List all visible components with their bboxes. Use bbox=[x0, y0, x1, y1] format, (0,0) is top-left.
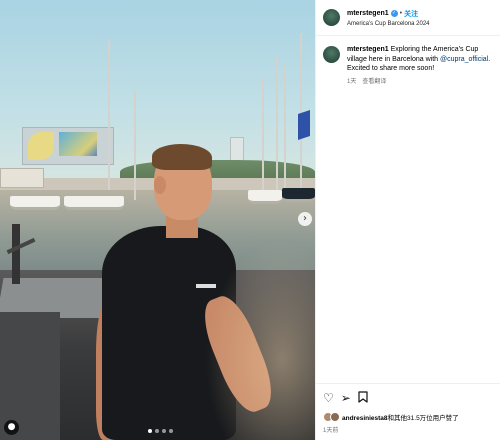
carousel-dot bbox=[148, 429, 152, 433]
carousel-dot bbox=[155, 429, 159, 433]
translate-link[interactable]: 查看翻译 bbox=[362, 79, 386, 85]
caption-mention[interactable]: @cupra_official bbox=[440, 56, 488, 63]
likes-count-text: 和其他31.5万位用户赞了 bbox=[387, 415, 459, 422]
photo-light-glare bbox=[205, 240, 315, 440]
liker-avatars bbox=[323, 412, 340, 422]
post-header-row: mterstegen1 ✓ • 关注 bbox=[347, 9, 430, 19]
action-bar: ♡ ➢ bbox=[316, 384, 500, 404]
caption-block: mterstegen1 Exploring the America's Cup … bbox=[316, 36, 500, 87]
carousel-indicator bbox=[148, 429, 173, 433]
post-timestamp: 1天前 bbox=[323, 428, 339, 434]
post-details-panel: mterstegen1 ✓ • 关注 America's Cup Barcelo… bbox=[315, 0, 500, 440]
post-actions-area: ♡ ➢ andresiniesta8和其他31.5万位用户赞了 1天前 bbox=[316, 383, 500, 440]
verified-badge-icon: ✓ bbox=[390, 10, 398, 17]
share-icon[interactable]: ➢ bbox=[341, 392, 351, 404]
carousel-dot bbox=[169, 429, 173, 433]
carousel-next-icon[interactable]: › bbox=[298, 212, 312, 226]
caption-username[interactable]: mterstegen1 bbox=[347, 46, 389, 53]
post-location[interactable]: America's Cup Barcelona 2024 bbox=[347, 21, 430, 27]
likes-text[interactable]: andresiniesta8和其他31.5万位用户赞了 bbox=[342, 412, 459, 422]
author-avatar[interactable] bbox=[323, 9, 340, 26]
caption-author-avatar[interactable] bbox=[323, 46, 340, 63]
carousel-dot bbox=[162, 429, 166, 433]
separator-dot: • bbox=[399, 10, 403, 17]
author-username[interactable]: mterstegen1 bbox=[347, 10, 389, 17]
photo-boat bbox=[10, 196, 60, 210]
post-media[interactable]: › ● bbox=[0, 0, 315, 440]
photo-rail bbox=[12, 224, 20, 284]
bookmark-icon[interactable] bbox=[358, 390, 368, 405]
user-tag-icon[interactable]: ● bbox=[4, 420, 19, 435]
photo-sign bbox=[0, 168, 44, 188]
likes-summary: andresiniesta8和其他31.5万位用户赞了 bbox=[316, 404, 500, 422]
liker-avatar bbox=[330, 412, 340, 422]
photo-building-billboard bbox=[59, 132, 97, 156]
liker-username[interactable]: andresiniesta8 bbox=[342, 415, 388, 422]
caption-text: mterstegen1 Exploring the America's Cup … bbox=[347, 45, 493, 74]
caption: mterstegen1 Exploring the America's Cup … bbox=[347, 45, 493, 87]
follow-button[interactable]: 关注 bbox=[404, 9, 418, 19]
like-heart-icon[interactable]: ♡ bbox=[323, 392, 334, 404]
post-header: mterstegen1 ✓ • 关注 America's Cup Barcelo… bbox=[316, 0, 500, 36]
photo-building-logo bbox=[28, 132, 54, 160]
bookmark-icon-svg bbox=[358, 390, 368, 403]
caption-age: 1天 bbox=[347, 78, 357, 85]
photo-person-ear bbox=[154, 176, 166, 194]
post-header-info: mterstegen1 ✓ • 关注 America's Cup Barcelo… bbox=[347, 9, 430, 27]
photo-flag bbox=[298, 110, 310, 140]
caption-meta: 1天 查看翻译 bbox=[347, 78, 493, 88]
photo-boat bbox=[282, 188, 315, 202]
photo-person-hair bbox=[152, 144, 212, 170]
